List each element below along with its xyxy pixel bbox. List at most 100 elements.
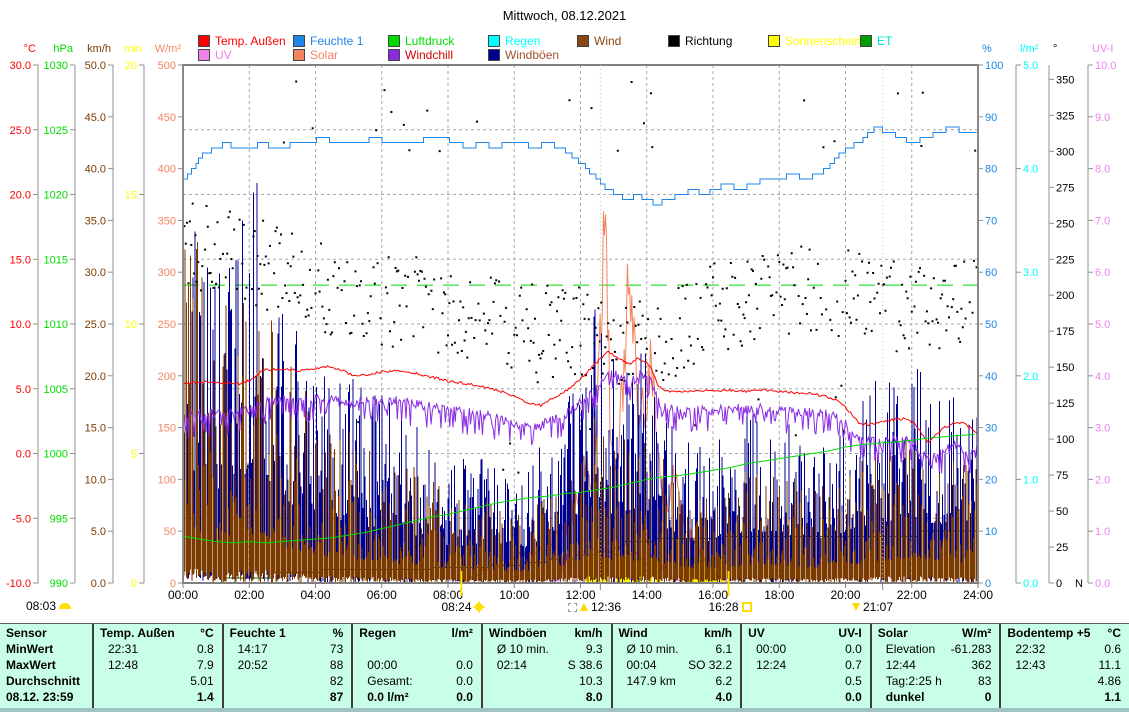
- stat-label: 00:00: [367, 657, 397, 673]
- svg-text:14:00: 14:00: [632, 588, 662, 602]
- stat-label: 12:44: [886, 657, 916, 673]
- sunset-time-label: 16:28: [708, 600, 738, 614]
- svg-text:5.0: 5.0: [1095, 319, 1110, 331]
- svg-text:40.0: 40.0: [85, 164, 106, 176]
- svg-text:4.0: 4.0: [1023, 164, 1038, 176]
- svg-text:30.0: 30.0: [10, 60, 31, 72]
- stat-column-header: Regenl/m²: [353, 625, 481, 641]
- svg-text:1010: 1010: [44, 319, 68, 331]
- moonrise-arrow-icon: [580, 603, 588, 611]
- svg-text:20: 20: [125, 60, 137, 72]
- stat-row: 12:240.7: [742, 657, 870, 673]
- svg-text:10.0: 10.0: [1095, 60, 1116, 72]
- axis-hpa: hPa1030102510201015101010051000995990: [44, 43, 75, 590]
- stat-row: 5.01: [94, 673, 222, 689]
- sensor-name: Windböen: [489, 625, 547, 641]
- stat-value: 9.3: [586, 641, 603, 657]
- sunrise-time: 08:24: [420, 600, 504, 614]
- axis-deg: °350325300275250225200175150125100755025…: [1049, 43, 1083, 590]
- svg-text:150: 150: [158, 423, 176, 435]
- svg-text:l/m²: l/m²: [1020, 43, 1039, 55]
- svg-text:990: 990: [50, 578, 68, 590]
- stats-column: Feuchte 1%14:177320:52888287: [222, 624, 352, 708]
- stat-label: 02:14: [497, 657, 527, 673]
- stat-row-header: MaxWert: [6, 657, 92, 673]
- sensor-name: UV: [748, 625, 765, 641]
- svg-text:25.0: 25.0: [10, 125, 31, 137]
- svg-text:10.0: 10.0: [10, 319, 31, 331]
- stat-row: Ø 10 min.6.1: [613, 641, 741, 657]
- svg-text:06:00: 06:00: [367, 588, 397, 602]
- stat-value: 0.0: [456, 657, 473, 673]
- stat-row: 12:487.9: [94, 657, 222, 673]
- stat-row: Ø 10 min.9.3: [483, 641, 611, 657]
- svg-text:20.0: 20.0: [85, 371, 106, 383]
- sensor-name: Wind: [619, 625, 648, 641]
- stats-table: SensorMinWertMaxWertDurchschnitt08.12. 2…: [0, 623, 1129, 712]
- svg-text:45.0: 45.0: [85, 112, 106, 124]
- stat-row: 0.0 l/m² 0.0: [353, 689, 481, 705]
- stat-value: 4.0: [715, 689, 732, 705]
- stat-value: 0: [985, 689, 992, 705]
- stat-label: 22:31: [108, 641, 138, 657]
- svg-text:5: 5: [131, 449, 137, 461]
- stat-column-header: Temp. Außen°C: [94, 625, 222, 641]
- axis-pct: %1009080706050403020100: [978, 43, 1003, 590]
- svg-text:15.0: 15.0: [10, 254, 31, 266]
- sunset-sun-icon: [742, 602, 752, 612]
- stat-row-header: Durchschnitt: [6, 673, 92, 689]
- svg-text:5.0: 5.0: [91, 526, 106, 538]
- stat-label: 147.9 km: [627, 673, 676, 689]
- svg-text:200: 200: [1056, 290, 1074, 302]
- sensor-name: Bodentemp +5: [1007, 625, 1090, 641]
- svg-text:°C: °C: [24, 43, 36, 55]
- stat-value: 362: [971, 657, 991, 673]
- svg-text:1030: 1030: [44, 60, 68, 72]
- stats-row-headers: SensorMinWertMaxWertDurchschnitt08.12. 2…: [0, 624, 92, 708]
- svg-text:40: 40: [985, 371, 997, 383]
- svg-text:75: 75: [1056, 470, 1068, 482]
- svg-text:70: 70: [985, 215, 997, 227]
- stat-label: 12:43: [1015, 657, 1045, 673]
- svg-text:3.0: 3.0: [1095, 423, 1110, 435]
- svg-text:1020: 1020: [44, 190, 68, 202]
- stat-label: 14:17: [238, 641, 268, 657]
- stat-value: 0.0: [456, 673, 473, 689]
- svg-text:450: 450: [158, 112, 176, 124]
- sensor-unit: km/h: [704, 625, 732, 641]
- stat-row: [353, 641, 481, 657]
- svg-text:02:00: 02:00: [234, 588, 264, 602]
- svg-text:100: 100: [1056, 434, 1074, 446]
- sensor-name: Regen: [359, 625, 396, 641]
- stats-column: SolarW/m²Elevation-61.28312:44362Tag:2:2…: [870, 624, 1000, 708]
- svg-text:20: 20: [985, 474, 997, 486]
- stat-value: 7.9: [197, 657, 214, 673]
- svg-text:50: 50: [985, 319, 997, 331]
- sensor-name: Feuchte 1: [230, 625, 286, 641]
- stat-row: 22:310.8: [94, 641, 222, 657]
- svg-text:60: 60: [985, 267, 997, 279]
- svg-text:04:00: 04:00: [300, 588, 330, 602]
- stat-row-header: MinWert: [6, 641, 92, 657]
- svg-text:5.0: 5.0: [1023, 60, 1038, 72]
- stat-column-header: SolarW/m²: [872, 625, 1000, 641]
- stat-label: Gesamt:: [367, 673, 412, 689]
- stat-row: 1.4: [94, 689, 222, 705]
- svg-text:24:00: 24:00: [963, 588, 993, 602]
- svg-text:90: 90: [985, 112, 997, 124]
- dawn-time: 08:03: [26, 599, 71, 613]
- stat-row: 12:44 362: [872, 657, 1000, 673]
- moonset-time: 21:07: [852, 600, 893, 614]
- stat-value: 0.0: [456, 689, 473, 705]
- axis-kmh: km/h50.045.040.035.030.025.020.015.010.0…: [85, 43, 113, 590]
- stat-value: SO 32.2: [688, 657, 732, 673]
- axis-min: min20151050: [124, 43, 144, 590]
- svg-text:1005: 1005: [44, 384, 68, 396]
- dawn-sun-icon: [59, 603, 71, 609]
- stat-value: 6.2: [715, 673, 732, 689]
- stat-row: 00:00 0.0: [353, 657, 481, 673]
- svg-text:1000: 1000: [44, 449, 68, 461]
- svg-text:225: 225: [1056, 254, 1074, 266]
- svg-text:100: 100: [158, 474, 176, 486]
- stat-label: 0.0 l/m²: [367, 689, 408, 705]
